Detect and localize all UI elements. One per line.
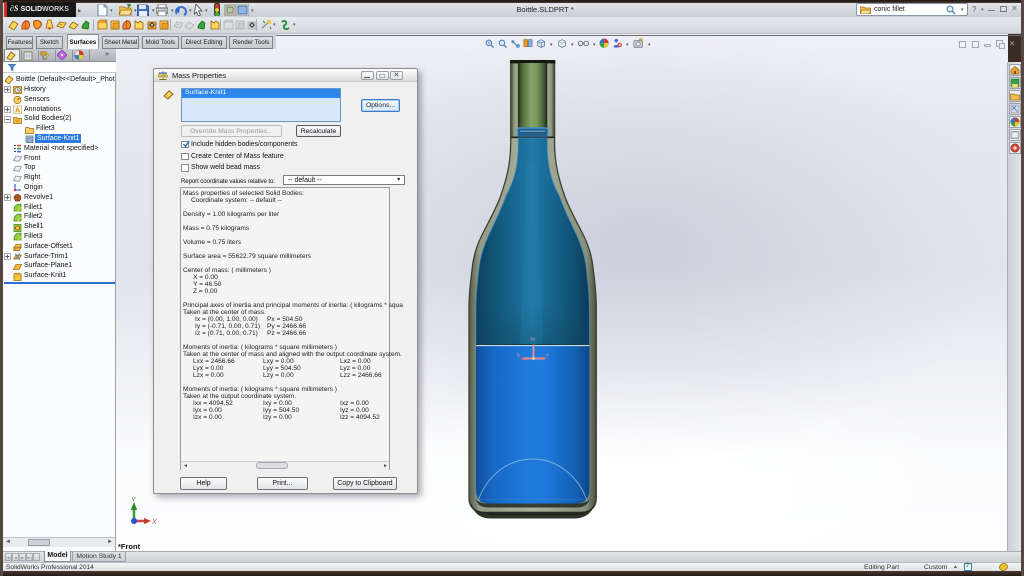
svg-text:A: A [15, 107, 20, 114]
svg-text:bx: bx [531, 337, 537, 342]
svg-text:ly: ly [517, 353, 521, 358]
svg-text:lz: lz [546, 353, 550, 358]
svg-text:X: X [151, 519, 157, 526]
